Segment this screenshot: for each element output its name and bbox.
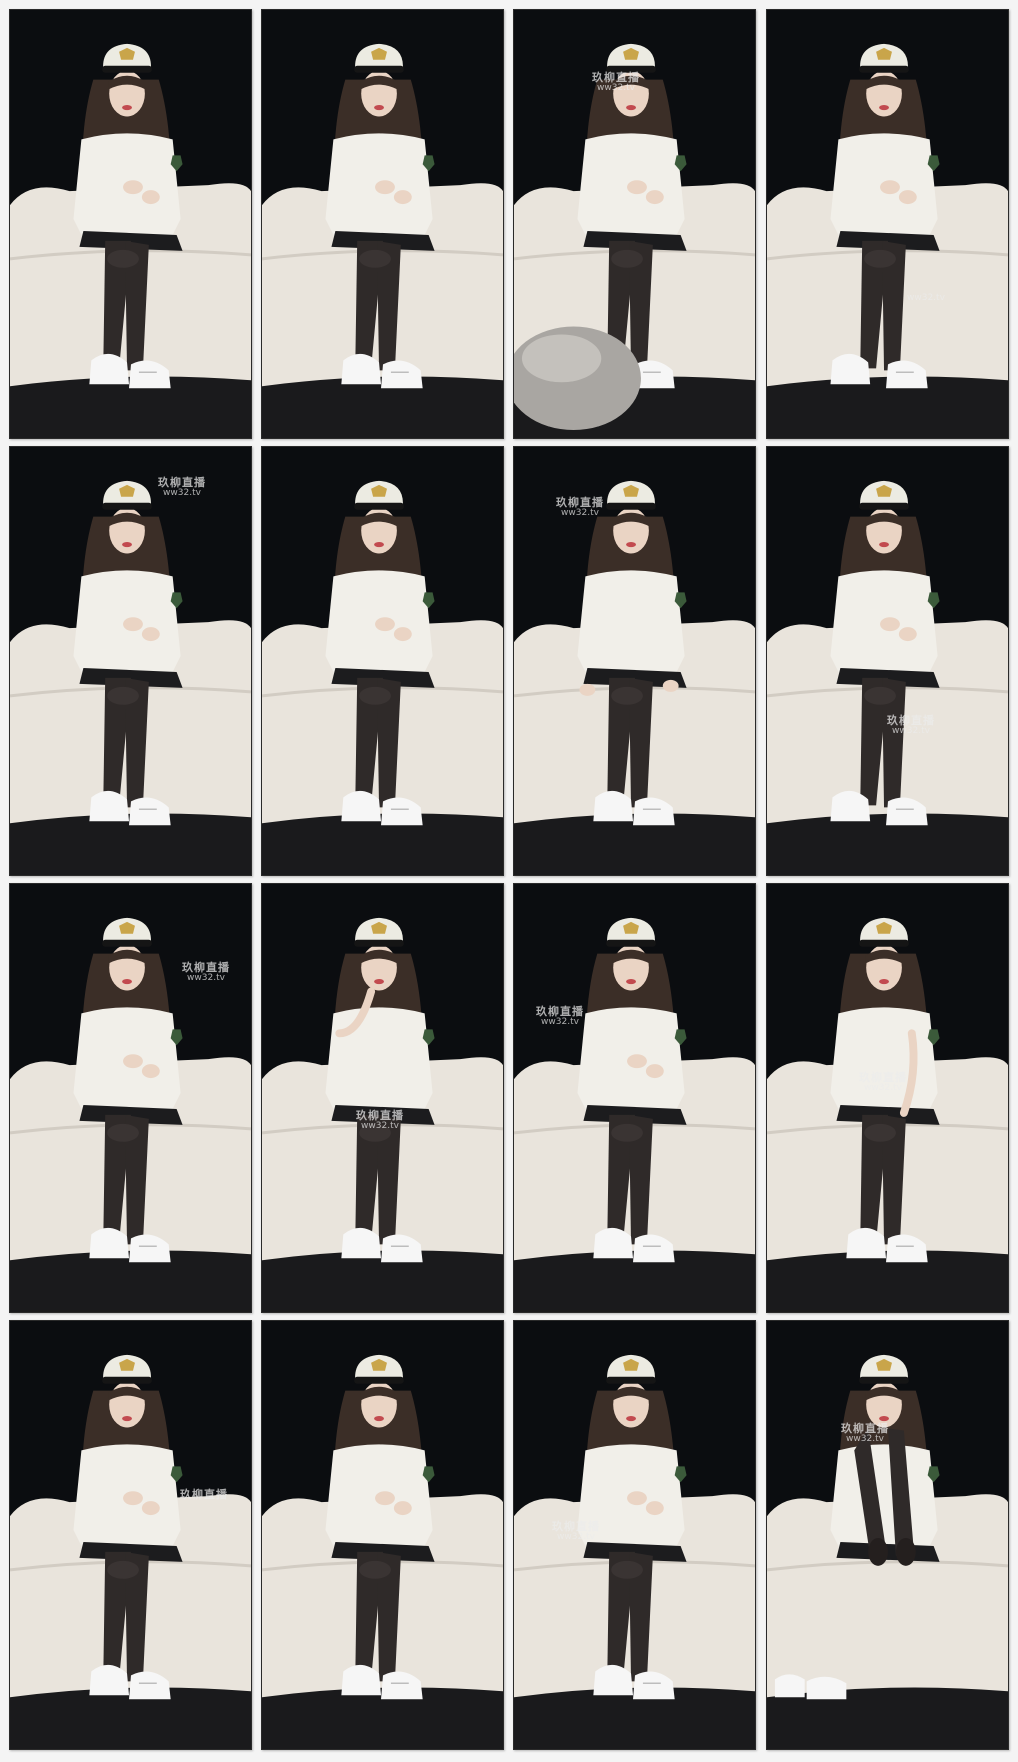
hand [123,1054,143,1069]
knee [107,686,139,705]
knee [611,1560,643,1579]
video-thumbnail[interactable] [261,9,504,439]
hand [880,180,900,195]
cap-brim [102,1376,152,1384]
knee [864,686,896,705]
knee [107,1123,139,1142]
lips [122,978,132,985]
lips [374,1415,384,1422]
video-thumbnail[interactable]: 玖柳直播 ww32.tv [513,9,756,439]
lips [879,104,889,111]
hand [627,1491,647,1506]
knee [611,686,643,705]
video-thumbnail[interactable]: 玖柳直播 ww32.tv [766,446,1009,876]
cat-fur-highlight [521,334,602,383]
cap-brim [606,65,656,73]
lips [374,978,384,985]
lips [122,1415,132,1422]
stocking-foot [895,1537,916,1566]
lips [374,541,384,548]
knee [359,1560,391,1579]
hand [393,627,412,642]
cap-brim [354,939,404,947]
video-thumbnail[interactable]: ww32.tv [766,9,1009,439]
video-thumbnail[interactable]: 玖柳直播 ww32.tv [261,883,504,1313]
lips [879,1415,889,1422]
cap-brim [102,502,152,510]
video-thumbnail[interactable] [261,446,504,876]
cap-brim [606,502,656,510]
hand [627,180,647,195]
lips [879,541,889,548]
video-thumbnail[interactable]: 玖柳直播 [9,1320,252,1750]
lips [626,1415,636,1422]
hand [393,190,412,205]
shirt [830,1007,938,1113]
sneaker [774,1674,805,1698]
knee [359,1123,391,1142]
knee [359,686,391,705]
hand [375,1491,395,1506]
video-thumbnail[interactable]: 玖柳直播 ww32.tv [9,446,252,876]
cap-brim [859,1376,909,1384]
cap-brim [606,1376,656,1384]
cap-brim [354,1376,404,1384]
knee [107,1560,139,1579]
hand [123,1491,143,1506]
hand [645,190,664,205]
hand [645,1064,664,1079]
hand [375,617,395,632]
lips [626,978,636,985]
stocking-foot [868,1537,888,1566]
lips [626,541,636,548]
video-thumbnail[interactable]: 玖柳直播 ww32.tv [9,883,252,1313]
shirt [577,570,685,676]
video-thumbnail[interactable] [9,9,252,439]
lips [122,541,132,548]
knee [864,249,896,268]
hand [579,683,596,696]
hand [645,1501,664,1516]
knee [864,1123,896,1142]
hand [141,1064,160,1079]
hand [627,1054,647,1069]
hand [141,1501,160,1516]
video-thumbnail[interactable]: 玖柳直播 ww32.tv [766,1320,1009,1750]
knee [611,249,643,268]
video-thumbnail[interactable]: 玖柳直播 ww32.tv [766,883,1009,1313]
cap-brim [354,502,404,510]
cap-brim [102,65,152,73]
video-thumbnail[interactable] [261,1320,504,1750]
hand [898,190,917,205]
hand [393,1501,412,1516]
shirt [830,1444,938,1550]
shirt [325,1007,433,1113]
knee [359,249,391,268]
hand [141,190,160,205]
hand [662,679,679,692]
hand [880,617,900,632]
cap-brim [859,65,909,73]
knee [611,1123,643,1142]
cap-brim [102,939,152,947]
hand [898,627,917,642]
hand [123,180,143,195]
video-thumbnail[interactable]: 玖柳直播 ww32.tv [513,883,756,1313]
cap-brim [859,939,909,947]
video-thumbnail[interactable]: 玖柳直播 ww32.tv [513,1320,756,1750]
cap-brim [354,65,404,73]
lips [374,104,384,111]
knee [107,249,139,268]
lips [626,104,636,111]
cap-brim [606,939,656,947]
hand [123,617,143,632]
video-thumbnail[interactable]: 玖柳直播 ww32.tv [513,446,756,876]
hand [375,180,395,195]
cap-brim [859,502,909,510]
hand [141,627,160,642]
lips [122,104,132,111]
lips [879,978,889,985]
